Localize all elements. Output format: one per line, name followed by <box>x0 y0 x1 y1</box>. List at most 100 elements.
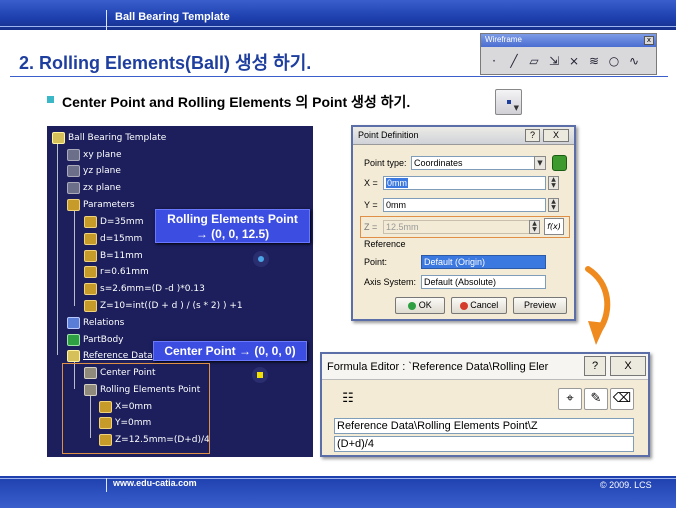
formula-editor-titlebar[interactable]: Formula Editor : `Reference Data\Rolling… <box>322 354 648 380</box>
tree-item[interactable]: D=35mm <box>100 216 143 228</box>
circle-icon[interactable]: ○ <box>606 53 622 69</box>
z-label: Z = <box>364 222 378 232</box>
bullet-text: Center Point and Rolling Elements 의 Poin… <box>62 94 411 110</box>
reference-point-field[interactable]: Default (Origin) <box>421 255 546 269</box>
product-root-icon[interactable] <box>52 132 65 144</box>
tree-item[interactable]: s=2.6mm=(D -d )*0.13 <box>100 283 205 295</box>
dialog-title: Point Definition <box>358 130 419 140</box>
tree-connector <box>74 210 75 306</box>
dialog-titlebar[interactable]: Point Definition ? X <box>353 127 574 145</box>
plane-icon[interactable] <box>67 165 80 177</box>
footer-copyright: © 2009. LCS <box>600 480 652 490</box>
tree-item[interactable]: zx plane <box>83 182 121 194</box>
relations-icon[interactable] <box>67 317 80 329</box>
dictionary-icon[interactable]: ✎ <box>584 388 608 410</box>
tree-item[interactable]: Parameters <box>83 199 135 211</box>
parameter-icon[interactable] <box>84 216 97 228</box>
reference-point-label: Point: <box>364 257 388 267</box>
ok-button[interactable]: OK <box>395 297 445 314</box>
parameter-icon[interactable] <box>84 250 97 262</box>
y-field[interactable]: 0mm <box>383 198 546 212</box>
point-type-label: Point type: <box>364 158 407 168</box>
tree-item[interactable]: Ball Bearing Template <box>68 132 166 144</box>
projection-icon[interactable]: ⇲ <box>546 53 562 69</box>
chevron-down-icon[interactable]: ▼ <box>534 156 546 170</box>
reference-data-icon[interactable] <box>67 350 80 362</box>
line-icon[interactable]: ╱ <box>506 53 522 69</box>
plane-icon[interactable]: ▱ <box>526 53 542 69</box>
bottom-banner <box>0 476 676 508</box>
y-spinner[interactable]: ▲ ▼ <box>548 198 559 212</box>
tree-item[interactable]: d=15mm <box>100 233 142 245</box>
reference-data-highlight <box>62 363 210 454</box>
z-field[interactable]: 12.5mm <box>383 220 538 234</box>
tree-item[interactable]: yz plane <box>83 165 121 177</box>
formula-help-button[interactable]: ? <box>584 356 606 376</box>
explode-icon[interactable] <box>552 155 567 171</box>
axis-system-label: Axis System: <box>364 277 417 287</box>
axis-system-field[interactable]: Default (Absolute) <box>421 275 546 289</box>
parameters-icon[interactable] <box>67 199 80 211</box>
parallel-curve-icon[interactable]: ≋ <box>586 53 602 69</box>
point-tool-icon[interactable]: ▼ <box>495 89 522 115</box>
center-point-marker[interactable] <box>252 367 268 383</box>
rolling-point-marker[interactable] <box>253 251 269 267</box>
eraser-icon[interactable]: ⌫ <box>610 388 634 410</box>
point-icon[interactable]: · <box>486 53 502 69</box>
y-label: Y = <box>364 200 378 210</box>
ok-label: OK <box>418 300 432 310</box>
tree-item[interactable]: Relations <box>83 317 124 329</box>
wireframe-close-button[interactable]: x <box>644 36 654 45</box>
preview-button[interactable]: Preview <box>513 297 567 314</box>
point-type-select[interactable]: Coordinates <box>411 156 546 170</box>
banner-rule <box>0 26 676 27</box>
plane-icon[interactable] <box>67 182 80 194</box>
parameter-tree-icon[interactable]: ☷ <box>336 388 360 410</box>
z-spinner[interactable]: ▲ ▼ <box>529 220 540 234</box>
x-spinner[interactable]: ▲ ▼ <box>548 176 559 190</box>
wireframe-toolbar-titlebar[interactable]: Wireframe x <box>481 34 656 47</box>
parameter-icon[interactable] <box>84 233 97 245</box>
bottom-banner-separator <box>106 478 107 492</box>
bottom-banner-rule <box>0 478 676 479</box>
tree-item[interactable]: xy plane <box>83 149 121 161</box>
tree-item[interactable]: B=11mm <box>100 250 143 262</box>
formula-close-button[interactable]: X <box>610 356 646 376</box>
parameter-icon[interactable] <box>84 266 97 278</box>
page-title: 2. Rolling Elements(Ball) 생성 하기. <box>19 53 312 73</box>
plane-icon[interactable] <box>67 149 80 161</box>
bullet-marker <box>47 96 54 103</box>
tree-item[interactable]: PartBody <box>83 334 124 346</box>
parameter-path: Reference Data\Rolling Elements Point\Z <box>334 418 634 434</box>
intersection-icon[interactable]: ⨯ <box>566 53 582 69</box>
tree-item[interactable]: Z=10=int((D + d ) / (s * 2) ) +1 <box>100 300 243 312</box>
top-banner: Ball Bearing Template <box>0 0 676 30</box>
x-value: 0mm <box>386 178 408 188</box>
x-field[interactable]: 0mm <box>383 176 546 190</box>
tree-connector <box>57 143 58 355</box>
partbody-icon[interactable] <box>67 334 80 346</box>
formula-input[interactable]: (D+d)/4 <box>334 436 634 452</box>
ok-icon <box>408 301 417 310</box>
footer-url: www.edu-catia.com <box>113 478 197 488</box>
formula-editor-title: Formula Editor : `Reference Data\Rolling… <box>327 361 549 373</box>
rolling-point-callout: Rolling Elements Point → (0, 0, 12.5) <box>155 209 310 243</box>
formula-parameter-icon[interactable] <box>84 283 97 295</box>
tree-item[interactable]: Reference Data <box>83 350 153 362</box>
spline-icon[interactable]: ∿ <box>626 53 642 69</box>
help-button[interactable]: ? <box>525 129 540 142</box>
formula-parameter-icon[interactable] <box>84 300 97 312</box>
cancel-button[interactable]: Cancel <box>451 297 507 314</box>
wireframe-toolbar[interactable]: Wireframe x · ╱ ▱ ⇲ ⨯ ≋ ○ ∿ <box>480 33 657 75</box>
cancel-label: Cancel <box>470 300 499 310</box>
point-definition-dialog: Point Definition ? X Point type: Coordin… <box>351 125 576 321</box>
x-label: X = <box>364 178 378 188</box>
close-button[interactable]: X <box>543 129 569 142</box>
center-point-callout: Center Point → (0, 0, 0) <box>153 341 307 361</box>
tree-item[interactable]: r=0.61mm <box>100 266 149 278</box>
formula-fx-button[interactable]: f(x) <box>544 218 564 235</box>
flow-arrow-icon <box>585 266 611 345</box>
formula-editor-dialog: Formula Editor : `Reference Data\Rolling… <box>320 352 650 457</box>
cancel-icon <box>459 301 468 310</box>
measure-icon[interactable]: ⌖ <box>558 388 582 410</box>
